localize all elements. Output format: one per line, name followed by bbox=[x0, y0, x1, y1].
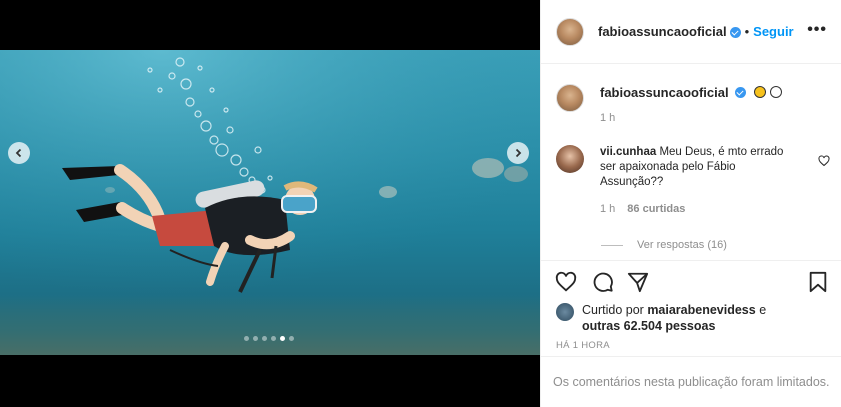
caption-username[interactable]: fabioassuncaooficial bbox=[600, 85, 729, 100]
comment-bubble-icon[interactable] bbox=[592, 271, 614, 293]
carousel-dots bbox=[244, 336, 294, 341]
post-header: fabioassuncaooficial • Seguir ••• bbox=[541, 0, 841, 64]
carousel-dot bbox=[262, 336, 267, 341]
likes-middle: e bbox=[755, 303, 767, 317]
likes-others[interactable]: outras 62.504 pessoas bbox=[582, 319, 715, 333]
follow-button[interactable]: Seguir bbox=[753, 24, 793, 39]
carousel-dot bbox=[289, 336, 294, 341]
view-replies-label: Ver respostas (16) bbox=[637, 239, 727, 251]
comment-like-heart-icon[interactable] bbox=[818, 155, 830, 167]
header-separator: • bbox=[744, 24, 750, 39]
more-options-icon[interactable]: ••• bbox=[807, 22, 827, 38]
share-paper-plane-icon[interactable] bbox=[627, 271, 649, 293]
caption-time[interactable]: 1 h bbox=[600, 112, 782, 124]
likes-prefix: Curtido por bbox=[582, 303, 648, 317]
comment-item: vii.cunhaa Meu Deus, é mto errado ser ap… bbox=[556, 145, 836, 217]
chevron-left-icon bbox=[15, 148, 22, 158]
commenter-avatar[interactable] bbox=[556, 145, 584, 173]
action-bar bbox=[541, 260, 841, 304]
post-panel: fabioassuncaooficial • Seguir ••• fabioa… bbox=[540, 0, 841, 407]
carousel-dot bbox=[253, 336, 258, 341]
save-bookmark-icon[interactable] bbox=[807, 271, 829, 293]
chevron-right-icon bbox=[515, 148, 522, 158]
avatar[interactable] bbox=[556, 17, 584, 46]
carousel-dot bbox=[271, 336, 276, 341]
next-arrow-button[interactable] bbox=[507, 142, 529, 164]
caption-avatar[interactable] bbox=[556, 84, 584, 112]
verified-badge-icon bbox=[729, 27, 741, 38]
view-replies-button[interactable]: Ver respostas (16) bbox=[601, 239, 727, 251]
post-timestamp[interactable]: HÁ 1 HORA bbox=[556, 340, 610, 351]
comments-limited-notice: Os comentários nesta publicação foram li… bbox=[541, 356, 841, 407]
comment-likes[interactable]: 86 curtidas bbox=[627, 202, 685, 217]
comment-username[interactable]: vii.cunhaa bbox=[600, 146, 656, 158]
seabed bbox=[0, 295, 540, 355]
liker-username[interactable]: maiarabenevidess bbox=[647, 303, 755, 317]
post-caption: fabioassuncaooficial 1 h bbox=[556, 84, 783, 124]
header-username[interactable]: fabioassuncaooficial bbox=[598, 24, 727, 39]
like-heart-icon[interactable] bbox=[555, 271, 577, 293]
post-media bbox=[0, 0, 540, 407]
liker-avatar[interactable] bbox=[556, 303, 574, 321]
yellow-circle-emoji-icon bbox=[754, 86, 767, 98]
diver-photo bbox=[0, 50, 540, 355]
carousel-dot-active bbox=[280, 336, 285, 341]
white-circle-emoji-icon bbox=[770, 86, 783, 98]
carousel-dot bbox=[244, 336, 249, 341]
verified-badge-icon bbox=[735, 87, 747, 98]
previous-arrow-button[interactable] bbox=[8, 142, 30, 164]
likes-summary: Curtido por maiarabenevidess e outras 62… bbox=[556, 302, 836, 334]
comment-time[interactable]: 1 h bbox=[600, 202, 615, 217]
replies-divider bbox=[601, 244, 623, 246]
